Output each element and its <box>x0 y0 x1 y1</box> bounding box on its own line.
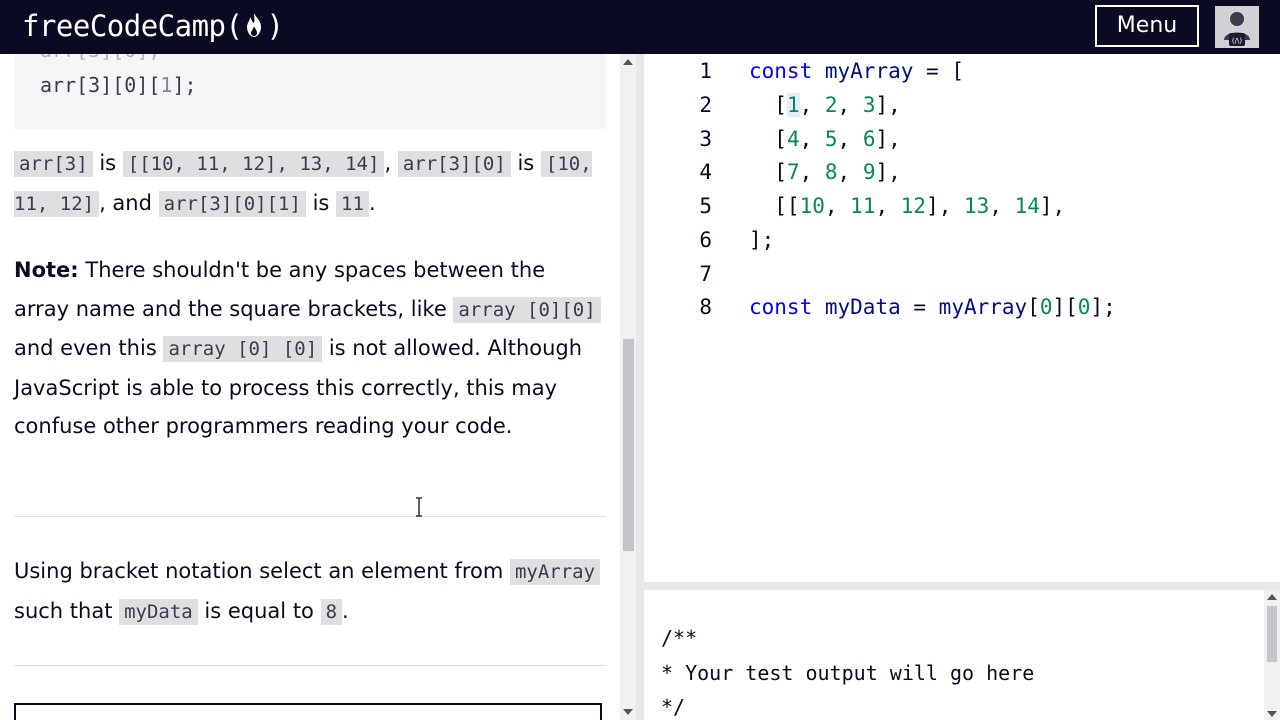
code-line-4[interactable]: [7, 8, 9], <box>749 160 901 184</box>
line-number: 4 <box>699 160 712 184</box>
scroll-down-arrow-icon[interactable] <box>623 709 633 715</box>
vertical-pane-splitter[interactable] <box>636 54 644 720</box>
code-line-2[interactable]: [1, 2, 3], <box>749 93 901 117</box>
console-scrollbar-thumb[interactable] <box>1267 606 1277 662</box>
scrollbar-thumb[interactable] <box>623 339 634 551</box>
brand-close: ) <box>266 9 284 43</box>
code-line-8[interactable]: const myData = myArray[0][0]; <box>749 295 1116 319</box>
explanation-paragraph: arr[3] is [[10, 11, 12], 13, 14], arr[3]… <box>14 151 592 217</box>
svg-text:(/\): (/\) <box>1232 37 1242 45</box>
code-line-5[interactable]: [[10, 11, 12], 13, 14], <box>749 194 1065 218</box>
console-scrollbar[interactable] <box>1264 590 1280 720</box>
console-scroll-down-arrow-icon[interactable] <box>1267 711 1277 717</box>
code-line-1[interactable]: const myArray = [ <box>749 59 964 83</box>
horizontal-pane-splitter[interactable] <box>644 582 1280 590</box>
instructions-pane[interactable]: arr[3][0]; arr[3][0][1]; arr[3] is [[10,… <box>0 54 620 720</box>
section-divider <box>14 516 606 517</box>
brand-text: freeCodeCamp( <box>22 9 243 43</box>
console-line-2: * Your test output will go here <box>661 661 1035 685</box>
console-scroll-up-arrow-icon[interactable] <box>1267 594 1277 600</box>
line-number: 5 <box>699 194 712 218</box>
line-number: 2 <box>699 93 712 117</box>
top-nav-bar: freeCodeCamp() Menu (/\) <box>0 0 1280 54</box>
text-cursor-icon <box>414 497 424 517</box>
code-line-6[interactable]: ]; <box>749 228 774 252</box>
test-output-console: /** * Your test output will go here */ <box>644 590 1264 720</box>
note-paragraph: Note: There shouldn't be any spaces betw… <box>14 251 606 446</box>
code-example-block: arr[3][0]; arr[3][0][1]; <box>14 54 606 129</box>
freecodecamp-logo[interactable]: freeCodeCamp() <box>22 6 284 49</box>
line-number: 1 <box>699 59 712 83</box>
line-number: 6 <box>699 228 712 252</box>
code-example-line-partial: arr[3][0]; <box>40 54 160 62</box>
line-number: 7 <box>699 262 712 286</box>
code-example-line: arr[3][0][1]; <box>40 73 197 97</box>
code-line-3[interactable]: [4, 5, 6], <box>749 127 901 151</box>
task-paragraph: Using bracket notation select an element… <box>14 552 606 631</box>
console-line-1: /** <box>661 626 698 650</box>
instructions-scrollbar[interactable] <box>620 54 636 720</box>
run-tests-button[interactable] <box>14 703 602 720</box>
line-number: 3 <box>699 127 712 151</box>
line-number: 8 <box>699 295 712 319</box>
user-avatar-icon[interactable]: (/\) <box>1215 6 1259 48</box>
section-divider-2 <box>14 665 606 666</box>
flame-icon <box>242 9 266 49</box>
menu-button[interactable]: Menu <box>1095 5 1199 47</box>
scroll-up-arrow-icon[interactable] <box>623 59 633 65</box>
code-editor[interactable]: 1 2 3 4 5 6 7 8 const myArray = [ [1, 2,… <box>644 54 1280 582</box>
console-line-3: */ <box>661 695 686 719</box>
